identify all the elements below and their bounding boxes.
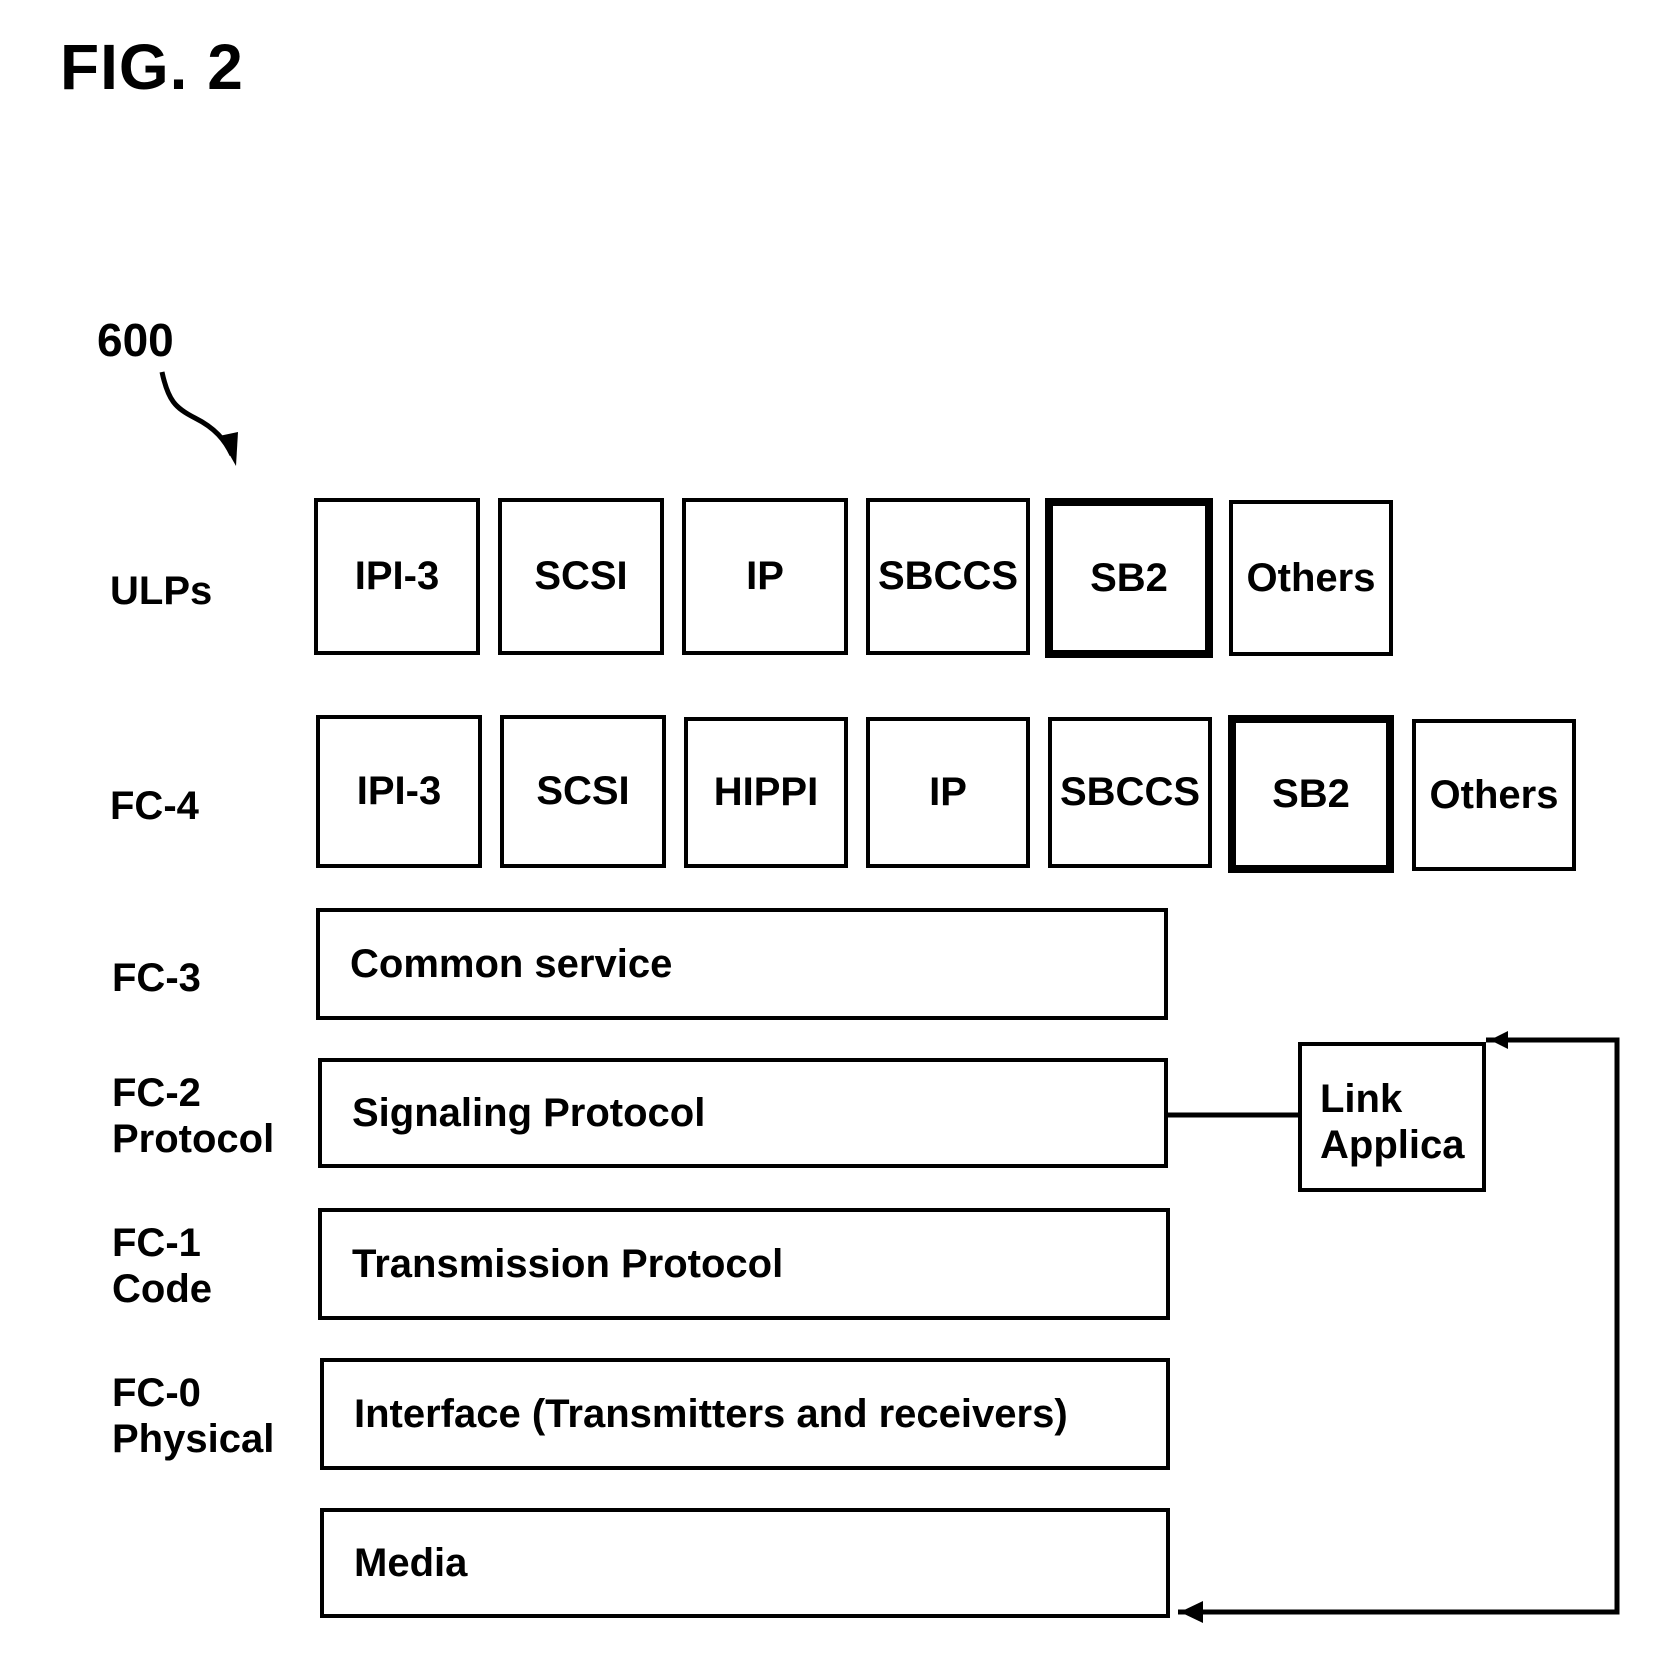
reference-leader-line: [159, 371, 235, 457]
connector-lines: [159, 371, 1620, 1623]
reference-arrowhead-icon: [219, 432, 238, 466]
link-to-media-loop-line: [1178, 1037, 1620, 1615]
loop-arrowhead-media-icon: [1180, 1601, 1203, 1623]
loop-arrowhead-top-icon: [1490, 1031, 1508, 1049]
